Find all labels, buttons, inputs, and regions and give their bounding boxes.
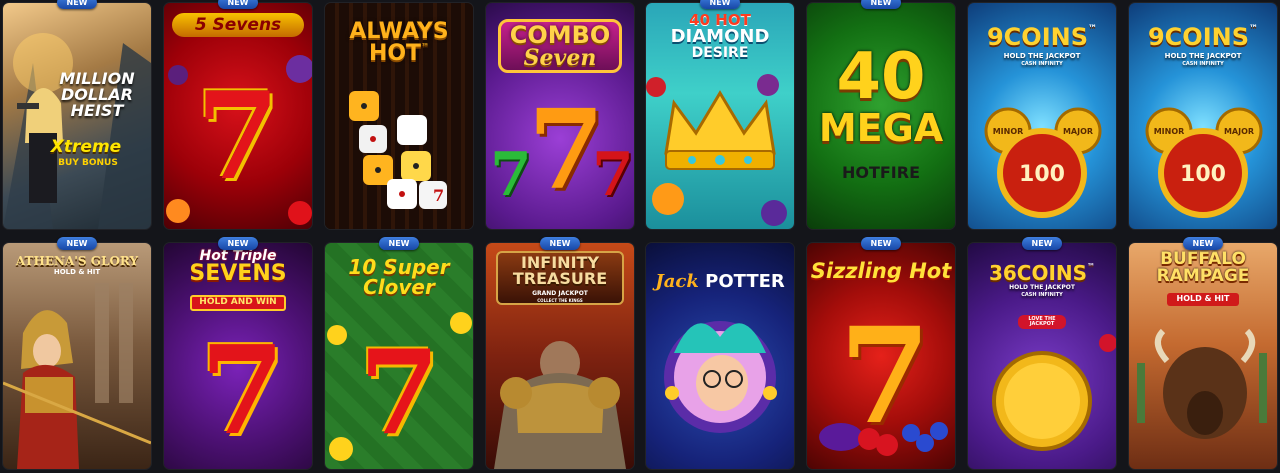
svg-text:100: 100 <box>1019 162 1065 187</box>
game-tile-million-dollar-heist[interactable]: MILLION DOLLAR HEIST Xtreme BUY BONUS <box>3 3 151 229</box>
clover-decorations <box>327 312 472 461</box>
coin-illustration <box>992 334 1116 451</box>
game-subtitle-2: BUY BONUS <box>58 158 118 168</box>
game-tile-sizzling-hot[interactable]: Sizzling Hot 7 <box>807 243 955 469</box>
new-badge: NEW <box>1183 237 1223 250</box>
game-subtitle: HOTFIRE <box>841 163 921 182</box>
svg-text:MAJOR: MAJOR <box>1224 127 1254 136</box>
game-tile-40-mega-hotfire[interactable]: 40 MEGA HOTFIRE <box>807 3 955 229</box>
athena-illustration <box>3 283 151 469</box>
dice-illustration: 7 <box>349 91 447 209</box>
new-badge: NEW <box>218 237 258 250</box>
game-tile-always-hot[interactable]: ALWAYS HOT™ 7 <box>325 3 473 229</box>
game-subtitle: HOLD AND WIN <box>199 297 277 307</box>
game-title: MILLION DOLLAR HEIST <box>59 69 135 120</box>
game-title: 40 MEGA <box>818 40 944 150</box>
new-badge: NEW <box>1022 237 1062 250</box>
game-tile-9-coins-2[interactable]: 9COINS™ HOLD THE JACKPOT CASH INFINITY M… <box>1129 3 1277 229</box>
new-badge: NEW <box>861 0 901 9</box>
game-subtitle: GRAND JACKPOT <box>532 290 588 297</box>
game-title: COMBO Seven <box>509 21 611 71</box>
seven-symbol: 7 <box>200 318 285 462</box>
svg-text:100: 100 <box>1180 162 1226 187</box>
new-badge: NEW <box>379 237 419 250</box>
seven-symbol: 7 <box>490 140 532 210</box>
game-title: Hot Triple SEVENS <box>189 248 287 286</box>
game-subtitle-2: COLLECT THE KINGS <box>537 298 583 303</box>
game-subtitle: HOLD & HIT <box>1176 294 1230 303</box>
game-tile-combo-seven[interactable]: COMBO Seven 7 7 7 <box>486 3 634 229</box>
game-tile-40-hot-diamond-desire[interactable]: 40 HOT DIAMOND DESIRE <box>646 3 794 229</box>
game-tile-9-coins[interactable]: 9COINS™ HOLD THE JACKPOT CASH INFINITY M… <box>968 3 1116 229</box>
seven-symbol: 7 <box>592 140 634 210</box>
game-tile-36-coins[interactable]: 36COINS™ HOLD THE JACKPOT CASH INFINITY … <box>968 243 1116 469</box>
jester-illustration <box>664 321 777 433</box>
crown-illustration <box>646 74 787 226</box>
game-title: ATHENA'S GLORY <box>15 254 139 268</box>
game-subtitle: HOLD & HIT <box>53 268 101 276</box>
game-tile-athenas-glory[interactable]: ATHENA'S GLORY HOLD & HIT <box>3 243 151 469</box>
game-tile-hot-triple-sevens[interactable]: Hot Triple SEVENS HOLD AND WIN 7 <box>164 243 312 469</box>
game-tile-10-super-clover[interactable]: 10 Super Clover 7 <box>325 243 473 469</box>
new-badge: NEW <box>540 237 580 250</box>
new-badge: NEW <box>57 0 97 9</box>
new-badge: NEW <box>700 0 740 9</box>
game-tile-jack-potter[interactable]: Jack POTTER <box>646 243 794 469</box>
fruit-decorations <box>166 55 312 225</box>
new-badge: NEW <box>861 237 901 250</box>
game-tile-infinity-treasure[interactable]: INFINITY TREASURE GRAND JACKPOT COLLECT … <box>486 243 634 469</box>
games-grid: NEW MILLION DOLLAR HEIST Xtreme BUY BONU… <box>0 0 1280 473</box>
svg-text:MAJOR: MAJOR <box>1063 127 1093 136</box>
game-tile-buffalo-rampage[interactable]: BUFFALO RAMPAGE HOLD & HIT <box>1129 243 1277 469</box>
new-badge: NEW <box>218 0 258 9</box>
game-title: BUFFALO RAMPAGE <box>1156 249 1250 286</box>
game-tile-5-sevens[interactable]: 5 Sevens 7 <box>164 3 312 229</box>
svg-text:7: 7 <box>433 186 444 205</box>
coins-illustration: MINOR MAJOR 100 <box>1145 107 1263 218</box>
svg-text:MINOR: MINOR <box>993 127 1024 136</box>
game-subtitle: Xtreme <box>50 137 122 157</box>
coins-illustration: MINOR MAJOR 100 <box>984 107 1102 218</box>
new-badge: NEW <box>57 237 97 250</box>
svg-text:MINOR: MINOR <box>1154 127 1185 136</box>
game-title: INFINITY TREASURE <box>512 253 608 288</box>
fruit-decorations <box>819 422 948 456</box>
